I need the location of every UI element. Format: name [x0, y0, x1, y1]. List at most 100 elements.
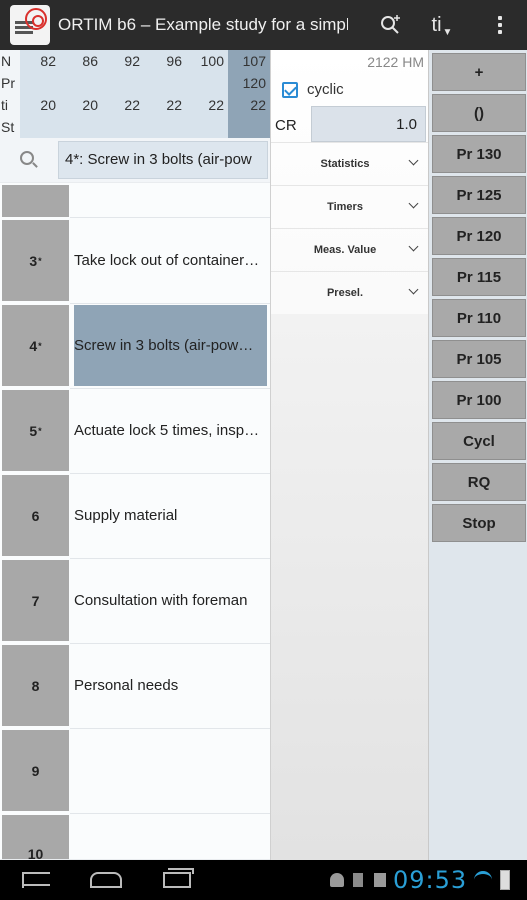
- task-description[interactable]: Actuate lock 5 times, insp…: [74, 390, 267, 471]
- matrix-cell: 22: [166, 97, 182, 113]
- ti-label: ti: [431, 13, 442, 36]
- list-item[interactable]: 8 Personal needs: [0, 643, 270, 728]
- pr-130-button[interactable]: Pr 130: [432, 135, 526, 173]
- list-item[interactable]: 6 Supply material: [0, 473, 270, 558]
- task-description[interactable]: [74, 815, 267, 859]
- list-item[interactable]: [0, 183, 270, 217]
- task-description[interactable]: [74, 730, 267, 811]
- matrix-cell: 92: [124, 53, 140, 69]
- meas-value-dropdown[interactable]: Meas. Value: [271, 228, 429, 270]
- rq-button[interactable]: RQ: [432, 463, 526, 501]
- task-list[interactable]: 3 * Take lock out of container… 4 * Screw …: [0, 183, 270, 859]
- panel-background: [271, 314, 429, 860]
- pr-115-button[interactable]: Pr 115: [432, 258, 526, 296]
- matrix-cell: 20: [82, 97, 98, 113]
- pr-125-button[interactable]: Pr 125: [432, 176, 526, 214]
- task-star: *: [38, 340, 42, 351]
- task-number-button[interactable]: 10: [2, 815, 69, 859]
- matrix-cell: 22: [250, 97, 266, 113]
- action-bar: ORTIM b6 – Example study for a simple… t…: [0, 0, 527, 50]
- values-matrix: N 82 86 92 96 100 107 Pr 120 ti 20 20 22…: [0, 50, 270, 138]
- task-number: 5: [29, 422, 38, 439]
- list-item[interactable]: 5 * Actuate lock 5 times, insp…: [0, 388, 270, 473]
- list-item[interactable]: 9: [0, 728, 270, 813]
- home-icon[interactable]: [90, 872, 122, 888]
- matrix-row-st: St: [0, 116, 270, 138]
- plus-button[interactable]: +: [432, 53, 526, 91]
- task-number: 3: [29, 252, 38, 269]
- dropdown-label: Presel.: [326, 286, 364, 299]
- task-star: *: [38, 425, 42, 436]
- matrix-row-ti: ti 20 20 22 22 22 22: [0, 94, 270, 116]
- matrix-cell: 120: [242, 75, 266, 91]
- dropdown-label: Timers: [327, 200, 363, 213]
- matrix-cell: 107: [242, 53, 266, 69]
- zoom-icon[interactable]: [372, 0, 408, 50]
- task-number-button[interactable]: 8: [2, 645, 69, 726]
- timers-dropdown[interactable]: Timers: [271, 185, 429, 227]
- matrix-row-label: N: [1, 53, 12, 69]
- button-panel: + () Pr 130 Pr 125 Pr 120 Pr 115 Pr 110 …: [428, 50, 527, 860]
- list-item-selected[interactable]: 4 * Screw in 3 bolts (air-pow…: [0, 303, 270, 388]
- task-number: 7: [31, 592, 40, 609]
- task-number-button[interactable]: 6: [2, 475, 69, 556]
- stop-button[interactable]: Stop: [432, 504, 526, 542]
- task-description[interactable]: Supply material: [74, 475, 267, 556]
- search-row: 4*: Screw in 3 bolts (air-pow: [0, 138, 270, 182]
- task-star: *: [38, 255, 42, 266]
- task-number-button[interactable]: 7: [2, 560, 69, 641]
- task-description[interactable]: Consultation with foreman: [74, 560, 267, 641]
- app-title: ORTIM b6 – Example study for a simple…: [58, 15, 348, 34]
- task-number: 10: [27, 846, 44, 859]
- android-icon: [330, 873, 344, 887]
- task-number-button[interactable]: 3 *: [2, 220, 69, 301]
- list-item[interactable]: 10: [0, 813, 270, 859]
- list-item[interactable]: 7 Consultation with foreman: [0, 558, 270, 643]
- battery-icon: [500, 870, 510, 890]
- task-description[interactable]: Screw in 3 bolts (air-pow…: [74, 305, 267, 386]
- task-number-button[interactable]: 9: [2, 730, 69, 811]
- task-number-button[interactable]: 5 *: [2, 390, 69, 471]
- hm-readout: 2122 HM: [367, 54, 424, 70]
- task-number: 4: [29, 337, 38, 354]
- matrix-row-label: ti: [1, 97, 8, 113]
- statistics-dropdown[interactable]: Statistics: [271, 142, 429, 184]
- system-bar: 09:53: [0, 860, 527, 900]
- task-number-button[interactable]: 4 *: [2, 305, 69, 386]
- ti-sub: ▼: [442, 26, 453, 38]
- cr-input[interactable]: 1.0: [311, 106, 426, 142]
- pr-120-button[interactable]: Pr 120: [432, 217, 526, 255]
- matrix-cell: 22: [208, 97, 224, 113]
- ti-dropdown-button[interactable]: ti ▼: [422, 0, 462, 50]
- matrix-row-label: Pr: [1, 75, 15, 91]
- matrix-row-label: St: [1, 119, 15, 135]
- cyclic-label: cyclic: [307, 81, 344, 98]
- pr-100-button[interactable]: Pr 100: [432, 381, 526, 419]
- matrix-cell: 82: [40, 53, 56, 69]
- parentheses-button[interactable]: (): [432, 94, 526, 132]
- control-panel: 2122 HM cyclic CR 1.0 Statistics Timers …: [270, 50, 429, 860]
- cycl-button[interactable]: Cycl: [432, 422, 526, 460]
- dropdown-label: Meas. Value: [313, 243, 377, 256]
- task-number: 8: [31, 677, 40, 694]
- task-description[interactable]: Take lock out of container…: [74, 220, 267, 301]
- matrix-row-n: N 82 86 92 96 100 107: [0, 50, 270, 72]
- app-logo-icon[interactable]: [10, 5, 50, 45]
- recent-apps-icon[interactable]: [163, 868, 194, 888]
- search-input[interactable]: 4*: Screw in 3 bolts (air-pow: [58, 141, 268, 179]
- pr-110-button[interactable]: Pr 110: [432, 299, 526, 337]
- task-description[interactable]: Personal needs: [74, 645, 267, 726]
- back-icon[interactable]: [22, 872, 50, 888]
- cyclic-checkbox[interactable]: [282, 82, 298, 98]
- task-number-button[interactable]: [2, 185, 69, 217]
- sd-card-icon: [374, 873, 386, 887]
- overflow-menu-icon[interactable]: [485, 0, 515, 50]
- list-item[interactable]: 3 * Take lock out of container…: [0, 218, 270, 303]
- clock: 09:53: [393, 866, 468, 894]
- task-description[interactable]: [74, 185, 267, 217]
- presel-dropdown[interactable]: Presel.: [271, 271, 429, 313]
- dropdown-label: Statistics: [320, 157, 370, 170]
- search-icon[interactable]: [20, 151, 34, 165]
- pr-105-button[interactable]: Pr 105: [432, 340, 526, 378]
- usb-icon: [353, 873, 363, 887]
